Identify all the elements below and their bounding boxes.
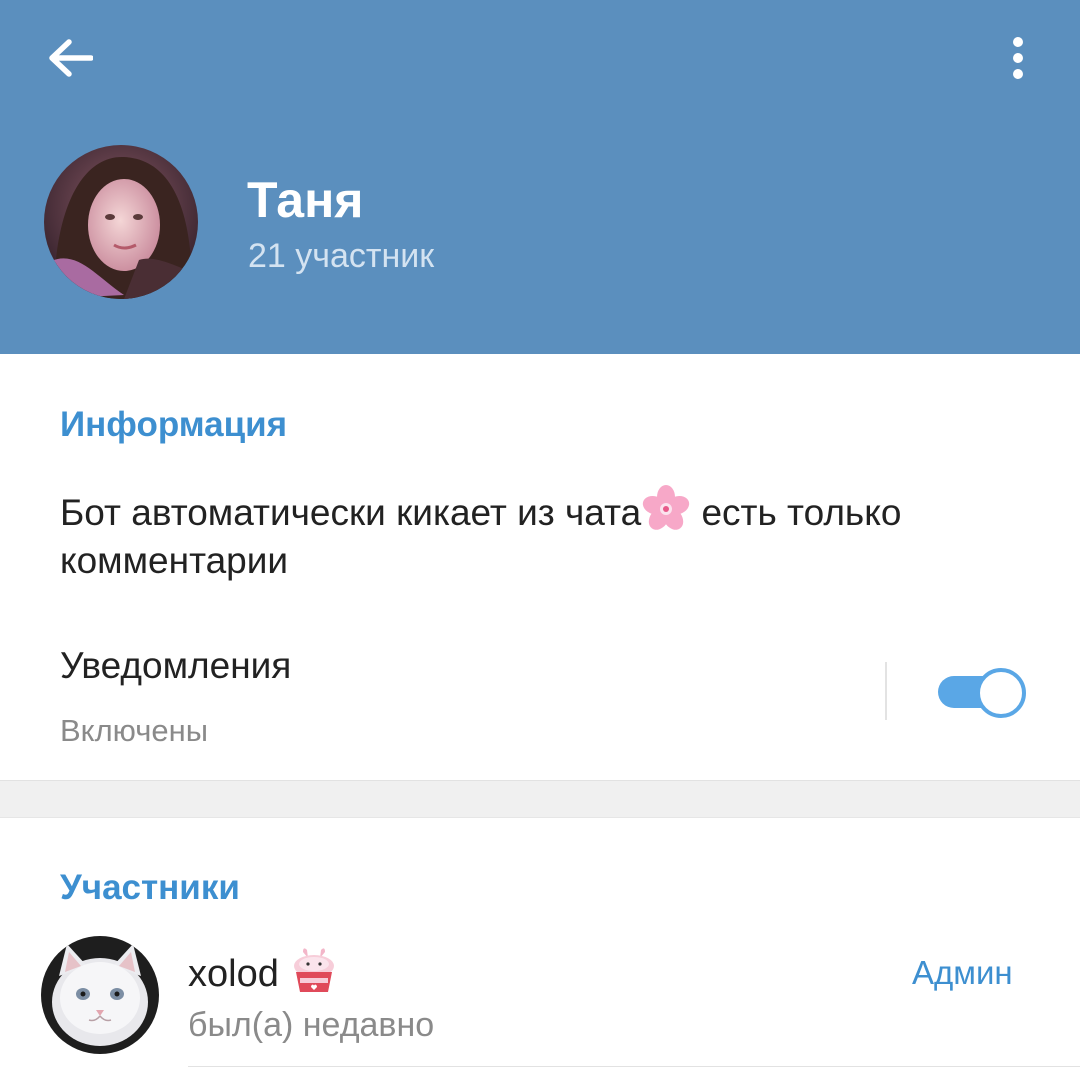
- description-text-start: Бот автоматически кикает из чата: [60, 492, 642, 533]
- section-divider: [0, 780, 1080, 818]
- member-count: 21 участник: [248, 237, 435, 275]
- group-avatar-photo: [44, 145, 198, 299]
- chat-header: Таня 21 участник: [0, 0, 1080, 354]
- member-avatar[interactable]: [41, 936, 159, 1054]
- cherry-blossom-icon: [643, 485, 690, 530]
- vertical-divider: [885, 662, 887, 720]
- group-avatar[interactable]: [44, 145, 198, 299]
- notifications-label: Уведомления: [60, 645, 292, 686]
- member-last-seen: был(а) недавно: [188, 1006, 435, 1044]
- row-divider: [188, 1066, 1080, 1067]
- notifications-status: Включены: [60, 713, 209, 748]
- white-kitten-photo: [41, 936, 159, 1054]
- notifications-toggle[interactable]: [936, 664, 1026, 718]
- more-vertical-icon: [1013, 37, 1023, 79]
- member-name-line: xolod: [188, 946, 339, 998]
- arrow-left-icon: [49, 39, 93, 77]
- member-role-badge: Админ: [912, 954, 1013, 991]
- toggle-knob: [976, 668, 1026, 718]
- info-section-title: Информация: [60, 405, 288, 444]
- back-button[interactable]: [30, 18, 110, 98]
- cupcake-icon: [293, 948, 334, 992]
- member-name: xolod: [188, 953, 279, 995]
- chat-description: Бот автоматически кикает из чата есть то…: [60, 484, 1040, 585]
- more-options-button[interactable]: [985, 18, 1051, 98]
- members-section-title: Участники: [60, 868, 240, 907]
- chat-title: Таня: [247, 172, 364, 228]
- member-row[interactable]: xolod был(а) недавно Админ: [0, 932, 1080, 1071]
